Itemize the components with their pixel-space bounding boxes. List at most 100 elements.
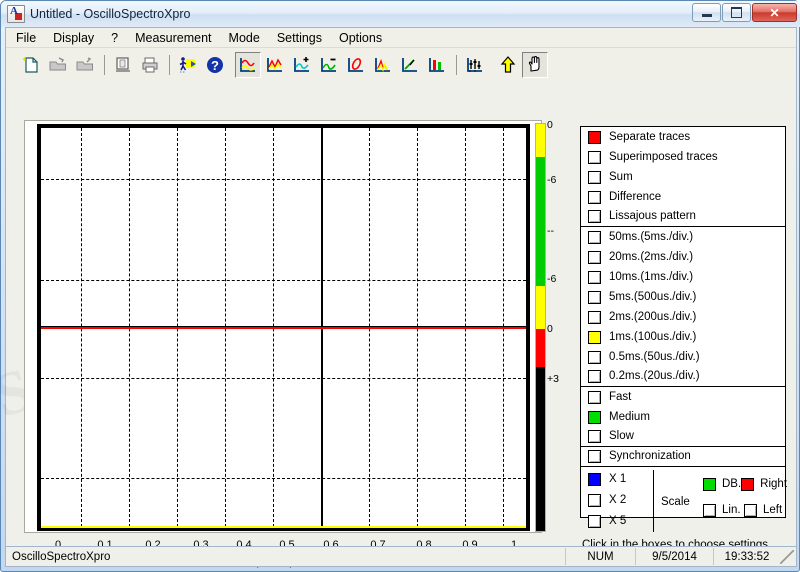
bargraph-icon[interactable]	[424, 52, 450, 78]
option-superimposed-traces[interactable]: Superimposed traces	[581, 147, 785, 167]
option-lissajous-pattern[interactable]: Lissajous pattern	[581, 207, 785, 227]
transfer-function-icon[interactable]	[397, 52, 423, 78]
option-speed-fast[interactable]: Fast	[581, 387, 785, 407]
checkbox-channel-right[interactable]	[741, 477, 755, 491]
option-scale-lin[interactable]: Lin.	[703, 503, 744, 517]
levels-icon[interactable]	[462, 52, 488, 78]
checkbox-timebase-20ms[interactable]	[588, 250, 601, 264]
checkbox-separate-traces[interactable]	[588, 130, 601, 144]
open-file-icon[interactable]	[45, 52, 71, 78]
option-synchronization[interactable]: Synchronization	[581, 447, 785, 467]
option-label: 0.2ms.(20us./div.)	[609, 370, 700, 382]
color-bar-segment	[536, 367, 545, 531]
option-timebase-50ms[interactable]: 50ms.(5ms./div.)	[581, 227, 785, 247]
up-arrow-icon[interactable]	[495, 52, 521, 78]
spectrum-trace-icon[interactable]	[262, 52, 288, 78]
checkbox-scale-x1[interactable]	[588, 473, 601, 486]
option-scale-x5[interactable]: X 5	[588, 511, 648, 532]
option-separate-traces[interactable]: Separate traces	[581, 127, 785, 147]
oscilloscope-display[interactable]	[24, 120, 542, 533]
option-label: Sum	[609, 170, 633, 183]
status-bar: OscilloSpectroXpro NUM 9/5/2014 19:33:52	[5, 546, 797, 567]
checkbox-timebase-50ms[interactable]	[588, 230, 601, 244]
y-scale-label: -6	[547, 273, 557, 285]
checkbox-scale-x2[interactable]	[588, 494, 601, 507]
scope-plot-area[interactable]	[37, 124, 530, 531]
svg-text:?: ?	[211, 58, 219, 73]
client-area: File Display ? Measurement Mode Settings…	[0, 27, 797, 568]
option-scale-x1[interactable]: X 1	[588, 469, 648, 490]
scale-row-top: DB. Right	[703, 471, 788, 497]
checkbox-scale-x5[interactable]	[588, 515, 601, 528]
oscilloscope-trace-icon[interactable]	[235, 51, 261, 78]
menu-item-file[interactable]: File	[16, 31, 36, 45]
zoom-in-trace-icon[interactable]	[289, 52, 315, 78]
checkbox-speed-medium[interactable]	[588, 410, 601, 424]
help-question-icon[interactable]: ?	[202, 52, 228, 78]
checkbox-superimposed-traces[interactable]	[588, 150, 601, 164]
print-icon[interactable]	[137, 52, 163, 78]
option-timebase-5ms[interactable]: 5ms.(500us./div.)	[581, 287, 785, 307]
menu-item-mode[interactable]: Mode	[229, 31, 260, 45]
option-timebase-1ms[interactable]: 1ms.(100us./div.)	[581, 327, 785, 347]
lissajous-icon[interactable]	[343, 52, 369, 78]
checkbox-difference[interactable]	[588, 190, 601, 204]
minimize-button[interactable]	[692, 3, 721, 22]
option-speed-slow[interactable]: Slow	[581, 427, 785, 447]
checkbox-timebase-10ms[interactable]	[588, 270, 601, 284]
checkbox-speed-fast[interactable]	[588, 390, 601, 404]
scale-multiplier-group: X 1 X 2 X 5	[588, 469, 648, 532]
title-bar: Untitled - OscilloSpectroXpro ✕	[1, 1, 800, 27]
menu-item-help[interactable]: ?	[111, 31, 118, 45]
window-title: Untitled - OscilloSpectroXpro	[30, 7, 191, 21]
toolbar: ?	[6, 48, 796, 81]
option-speed-medium[interactable]: Medium	[581, 407, 785, 427]
settings-panel: Separate traces Superimposed traces Sum …	[580, 126, 788, 532]
checkbox-scale-lin[interactable]	[703, 503, 716, 517]
menu-item-options[interactable]: Options	[339, 31, 382, 45]
status-time: 19:33:52	[724, 550, 770, 563]
save-file-icon[interactable]	[72, 52, 98, 78]
run-walk-icon[interactable]	[175, 52, 201, 78]
checkbox-synchronization[interactable]	[588, 450, 601, 463]
option-timebase-10ms[interactable]: 10ms.(1ms./div.)	[581, 267, 785, 287]
checkbox-scale-db[interactable]	[703, 477, 716, 491]
checkbox-channel-left[interactable]	[744, 503, 757, 517]
checkbox-sum[interactable]	[588, 170, 601, 184]
checkbox-lissajous-pattern[interactable]	[588, 210, 601, 223]
option-label: X 1	[609, 473, 627, 485]
option-label: 20ms.(2ms./div.)	[609, 250, 694, 263]
checkbox-timebase-05ms[interactable]	[588, 350, 601, 364]
close-button[interactable]: ✕	[752, 3, 797, 22]
option-label: 10ms.(1ms./div.)	[609, 270, 694, 283]
option-channel-left[interactable]: Left	[744, 503, 785, 517]
option-label: Right	[760, 477, 788, 490]
spectrum-analyzer-icon[interactable]	[370, 52, 396, 78]
maximize-icon	[723, 4, 750, 21]
checkbox-timebase-5ms[interactable]	[588, 290, 601, 304]
resize-grip[interactable]	[780, 549, 794, 564]
zoom-out-trace-icon[interactable]	[316, 52, 342, 78]
option-scale-db[interactable]: DB.	[703, 477, 742, 491]
option-difference[interactable]: Difference	[581, 187, 785, 207]
hand-pan-icon[interactable]	[522, 51, 548, 78]
option-timebase-02ms[interactable]: 0.2ms.(20us./div.)	[581, 367, 785, 387]
menu-item-settings[interactable]: Settings	[277, 31, 322, 45]
menu-item-display[interactable]: Display	[53, 31, 94, 45]
checkbox-timebase-2ms[interactable]	[588, 310, 601, 324]
option-label: DB.	[722, 477, 742, 490]
menu-item-measurement[interactable]: Measurement	[135, 31, 211, 45]
option-timebase-20ms[interactable]: 20ms.(2ms./div.)	[581, 247, 785, 267]
maximize-button[interactable]	[722, 3, 751, 22]
option-sum[interactable]: Sum	[581, 167, 785, 187]
option-scale-x2[interactable]: X 2	[588, 490, 648, 511]
copy-icon[interactable]	[110, 52, 136, 78]
toolbar-separator	[456, 54, 457, 75]
new-file-icon[interactable]	[18, 52, 44, 78]
checkbox-timebase-1ms[interactable]	[588, 330, 601, 344]
option-timebase-05ms[interactable]: 0.5ms.(50us./div.)	[581, 347, 785, 367]
option-channel-right[interactable]: Right	[741, 477, 788, 491]
checkbox-timebase-02ms[interactable]	[588, 370, 601, 383]
option-timebase-2ms[interactable]: 2ms.(200us./div.)	[581, 307, 785, 327]
checkbox-speed-slow[interactable]	[588, 430, 601, 443]
